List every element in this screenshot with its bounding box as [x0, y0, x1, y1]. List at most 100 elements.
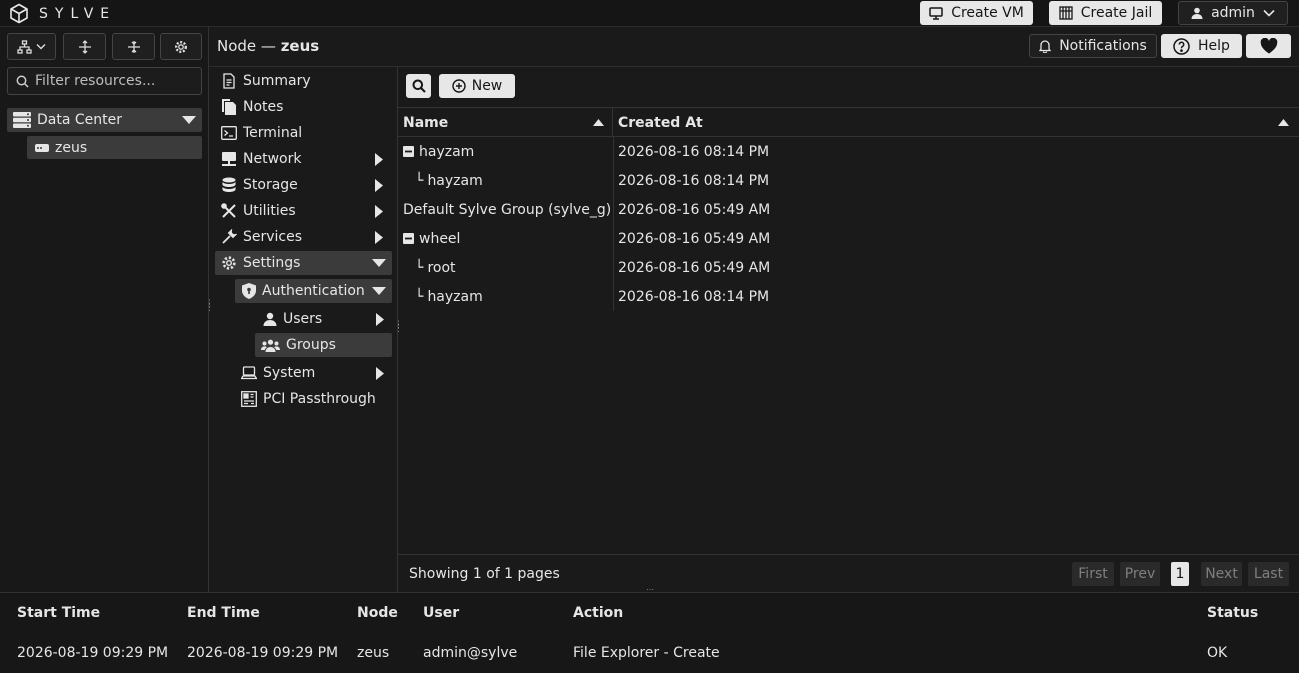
- shield-icon: [242, 283, 256, 299]
- last-page-button[interactable]: Last: [1248, 562, 1289, 586]
- row-name: hayzam: [427, 288, 483, 305]
- column-created-at[interactable]: Created At: [613, 108, 1299, 137]
- row-name: wheel: [419, 230, 461, 247]
- nav-summary[interactable]: Summary: [221, 69, 391, 93]
- pagination-status: Showing 1 of 1 pages: [409, 566, 560, 582]
- prev-page-button[interactable]: Prev: [1120, 562, 1160, 586]
- collapse-all-button[interactable]: [112, 33, 155, 60]
- first-page-button[interactable]: First: [1072, 562, 1114, 586]
- cube-logo-icon: [9, 3, 29, 24]
- help-label: Help: [1198, 38, 1230, 54]
- task-column-user[interactable]: User: [423, 605, 459, 621]
- document-icon: [221, 73, 237, 89]
- create-jail-label: Create Jail: [1080, 5, 1153, 21]
- pci-icon: [241, 391, 257, 407]
- page-number-button[interactable]: 1: [1171, 562, 1189, 586]
- caret-right-icon: [376, 367, 384, 380]
- notifications-label: Notifications: [1059, 38, 1147, 54]
- task-node: zeus: [357, 645, 390, 661]
- tree-branch: └: [415, 288, 424, 305]
- create-vm-button[interactable]: Create VM: [920, 1, 1033, 25]
- task-end-time: 2026-08-19 09:29 PM: [187, 645, 339, 661]
- user-icon: [263, 312, 277, 326]
- terminal-icon: [221, 126, 237, 140]
- tree-item-data-center[interactable]: Data Center: [7, 108, 202, 132]
- minus-square-icon[interactable]: [403, 233, 414, 244]
- nav-notes[interactable]: Notes: [221, 95, 391, 119]
- content-header: Node — zeus Notifications Help: [209, 27, 1299, 67]
- row-name: root: [427, 259, 456, 276]
- nav-authentication[interactable]: Authentication: [235, 279, 392, 303]
- heart-icon: [1260, 38, 1278, 54]
- expand-icon: [78, 39, 92, 54]
- help-button[interactable]: Help: [1161, 34, 1242, 58]
- row-created-at: 2026-08-16 08:14 PM: [618, 143, 770, 160]
- row-created-at: 2026-08-16 05:49 AM: [618, 201, 771, 218]
- table-row[interactable]: └ root 2026-08-16 05:49 AM: [398, 253, 1299, 282]
- task-column-action[interactable]: Action: [573, 605, 623, 621]
- caret-down-icon: [372, 259, 386, 267]
- nav-utilities[interactable]: Utilities: [221, 199, 391, 223]
- nav-terminal[interactable]: Terminal: [221, 121, 391, 145]
- nav-settings[interactable]: Settings: [215, 251, 392, 275]
- resource-panel: Data Center zeus: [0, 27, 209, 592]
- task-action: File Explorer - Create: [573, 645, 720, 661]
- nav-label: Settings: [243, 255, 301, 271]
- plus-circle-icon: [452, 79, 466, 93]
- services-icon: [221, 229, 237, 245]
- nav-label: Groups: [286, 337, 336, 353]
- notifications-button[interactable]: Notifications: [1029, 34, 1157, 58]
- panel-settings-button[interactable]: [160, 33, 202, 60]
- laptop-icon: [241, 366, 257, 380]
- table-row[interactable]: wheel 2026-08-16 05:49 AM: [398, 224, 1299, 253]
- brand[interactable]: SYLVE: [9, 3, 116, 24]
- nav-services[interactable]: Services: [221, 225, 391, 249]
- task-column-node[interactable]: Node: [357, 605, 398, 621]
- caret-right-icon: [375, 231, 383, 244]
- breadcrumb: Node — zeus: [217, 37, 319, 55]
- task-status: OK: [1207, 645, 1228, 661]
- caret-right-icon: [375, 153, 383, 166]
- caret-down-icon[interactable]: [182, 116, 196, 124]
- minus-square-icon[interactable]: [403, 146, 414, 157]
- table-row[interactable]: └ hayzam 2026-08-16 08:14 PM: [398, 282, 1299, 311]
- expand-all-button[interactable]: [63, 33, 106, 60]
- create-vm-label: Create VM: [951, 5, 1024, 21]
- nav-label: Services: [243, 229, 303, 245]
- groups-grid: New Name Created At hayzam 2026-08-16 08…: [398, 67, 1299, 592]
- favorite-button[interactable]: [1246, 34, 1291, 58]
- task-column-status[interactable]: Status: [1207, 605, 1258, 621]
- column-name[interactable]: Name: [398, 108, 613, 137]
- table-row[interactable]: Default Sylve Group (sylve_g) 2026-08-16…: [398, 195, 1299, 224]
- nav-pci-passthrough[interactable]: PCI Passthrough: [241, 387, 392, 411]
- tree-item-zeus[interactable]: zeus: [27, 136, 202, 159]
- nav-label: System: [263, 365, 316, 381]
- filter-resources[interactable]: [7, 67, 202, 95]
- create-jail-button[interactable]: Create Jail: [1049, 1, 1162, 25]
- task-column-start-time[interactable]: Start Time: [17, 605, 100, 621]
- tree-item-label: Data Center: [37, 112, 122, 128]
- notes-icon: [221, 99, 237, 115]
- search-button[interactable]: [406, 74, 431, 98]
- table-row[interactable]: hayzam 2026-08-16 08:14 PM: [398, 137, 1299, 166]
- node-icon: [35, 143, 49, 152]
- caret-right-icon: [375, 179, 383, 192]
- filter-resources-input[interactable]: [35, 73, 195, 89]
- tree-item-label: zeus: [55, 139, 88, 156]
- row-name: hayzam: [419, 143, 475, 160]
- nav-network[interactable]: Network: [221, 147, 391, 171]
- nav-storage[interactable]: Storage: [221, 173, 391, 197]
- top-bar: SYLVE Create VM Create Jail admin: [0, 0, 1299, 27]
- new-group-button[interactable]: New: [439, 74, 515, 98]
- view-mode-dropdown[interactable]: [7, 33, 56, 60]
- table-header: Name Created At: [398, 107, 1299, 137]
- row-created-at: 2026-08-16 05:49 AM: [618, 259, 771, 276]
- nav-label: Users: [283, 311, 323, 327]
- task-column-end-time[interactable]: End Time: [187, 605, 260, 621]
- nav-groups[interactable]: Groups: [255, 333, 392, 357]
- nav-system[interactable]: System: [241, 361, 392, 385]
- nav-users[interactable]: Users: [263, 307, 392, 331]
- table-row[interactable]: └ hayzam 2026-08-16 08:14 PM: [398, 166, 1299, 195]
- next-page-button[interactable]: Next: [1201, 562, 1242, 586]
- user-menu-button[interactable]: admin: [1178, 1, 1288, 25]
